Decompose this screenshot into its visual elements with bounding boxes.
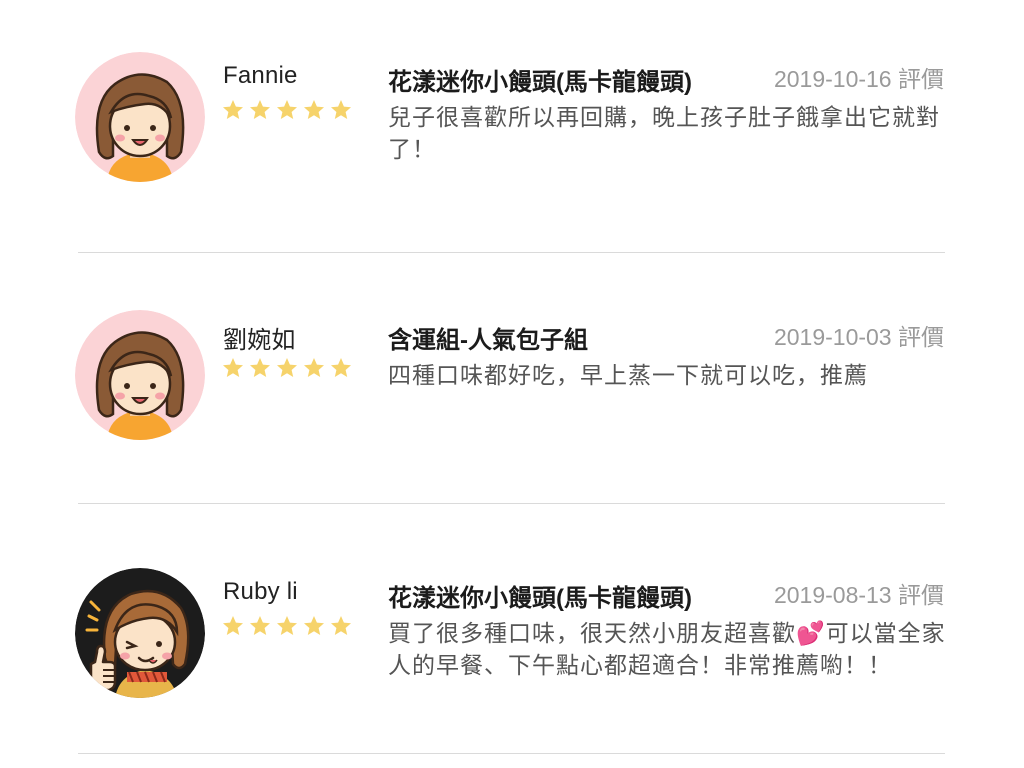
divider	[78, 503, 945, 504]
star-icon	[223, 616, 243, 635]
star-icon	[331, 100, 351, 119]
review-date: 2019-08-13 評價	[773, 582, 944, 608]
star-icon	[304, 100, 324, 119]
star-icon	[250, 100, 270, 119]
star-icon	[223, 100, 243, 119]
review-item: Fannie 花漾迷你小饅頭(馬卡龍饅頭) 2019-10-16 評價 兒子很喜…	[0, 0, 1024, 250]
star-icon	[304, 358, 324, 377]
avatar[interactable]	[75, 568, 205, 698]
rating-stars	[221, 98, 353, 122]
star-icon	[331, 358, 351, 377]
star-icon	[250, 616, 270, 635]
product-title[interactable]: 花漾迷你小饅頭(馬卡龍饅頭)	[388, 578, 692, 613]
divider	[78, 753, 945, 754]
user-name: 劉婉如	[223, 327, 296, 354]
review-item: Ruby li 花漾迷你小饅頭(馬卡龍饅頭) 2019-08-13 評價 買了很…	[0, 516, 1024, 766]
review-date: 2019-10-16 評價	[773, 66, 944, 92]
girl-avatar-icon	[75, 52, 205, 182]
review-comment: 四種口味都好吃，早上蒸一下就可以吃，推薦	[388, 362, 868, 388]
girl-avatar-icon	[75, 310, 205, 440]
review-item: 劉婉如 含運組-人氣包子組 2019-10-03 評價 四種口味都好吃，早上蒸一…	[0, 258, 1024, 508]
product-title[interactable]: 含運組-人氣包子組	[388, 320, 588, 355]
rating-stars	[221, 356, 353, 380]
review-comment: 兒子很喜歡所以再回購，晚上孩子肚子餓拿出它就對了！	[388, 104, 940, 162]
star-icon	[250, 358, 270, 377]
review-comment: 買了很多種口味，很天然小朋友超喜歡💕可以當全家人的早餐、下午點心都超適合！非常推…	[388, 620, 946, 678]
star-icon	[277, 100, 297, 119]
product-title[interactable]: 花漾迷你小饅頭(馬卡龍饅頭)	[388, 62, 692, 97]
avatar[interactable]	[75, 310, 205, 440]
star-icon	[223, 358, 243, 377]
star-icon	[331, 616, 351, 635]
user-name: Ruby li	[223, 578, 298, 605]
avatar[interactable]	[75, 52, 205, 182]
divider	[78, 252, 945, 253]
user-name: Fannie	[223, 62, 298, 89]
star-icon	[277, 616, 297, 635]
star-icon	[277, 358, 297, 377]
rating-stars	[221, 614, 353, 638]
star-icon	[304, 616, 324, 635]
review-date: 2019-10-03 評價	[773, 324, 944, 350]
thumbs-up-girl-avatar-icon	[75, 568, 205, 698]
